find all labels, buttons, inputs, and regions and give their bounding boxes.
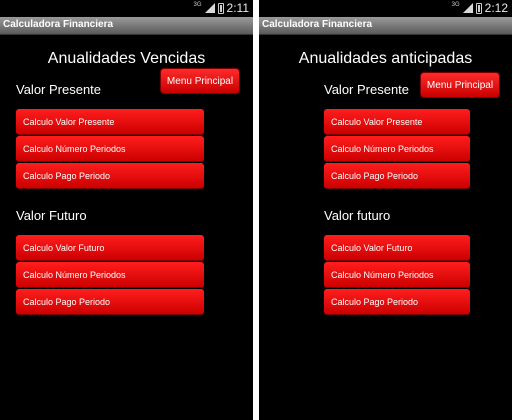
status-time: 2:12: [484, 1, 508, 15]
signal-icon: [462, 3, 473, 13]
calc-valor-presente-button[interactable]: Calculo Valor Presente: [16, 109, 204, 135]
app-title: Calculadora Financiera: [3, 19, 114, 30]
app-title: Calculadora Financiera: [262, 19, 373, 30]
signal-icon: [204, 3, 215, 13]
status-bar: 3G 2:12: [259, 0, 512, 17]
network-type: 3G: [451, 2, 460, 8]
calc-pago-periodo-futuro-button[interactable]: Calculo Pago Periodo: [324, 289, 470, 315]
section-valor-futuro: Valor Futuro: [16, 208, 87, 223]
battery-icon: [217, 2, 224, 14]
calc-pago-periodo-presente-button[interactable]: Calculo Pago Periodo: [16, 163, 204, 189]
calc-numero-periodos-presente-button[interactable]: Calculo Número Periodos: [16, 136, 204, 162]
network-type: 3G: [193, 2, 202, 8]
calc-pago-periodo-presente-button[interactable]: Calculo Pago Periodo: [324, 163, 470, 189]
battery-icon: [475, 2, 482, 14]
page-title: Anualidades Vencidas: [47, 50, 206, 67]
calc-valor-futuro-button[interactable]: Calculo Valor Futuro: [16, 235, 204, 261]
status-bar: 3G 2:11: [0, 0, 253, 17]
menu-principal-button[interactable]: Menu Principal: [420, 72, 500, 98]
menu-principal-button[interactable]: Menu Principal: [160, 68, 240, 94]
calc-numero-periodos-futuro-button[interactable]: Calculo Número Periodos: [16, 262, 204, 288]
section-valor-futuro: Valor futuro: [324, 208, 391, 223]
screenshot-right: 3G 2:12 Calculadora Financiera Anualidad…: [259, 0, 512, 420]
calc-pago-periodo-futuro-button[interactable]: Calculo Pago Periodo: [16, 289, 204, 315]
page-title: Anualidades anticipadas: [298, 50, 473, 67]
app-title-bar: Calculadora Financiera: [0, 17, 253, 35]
calc-valor-presente-button[interactable]: Calculo Valor Presente: [324, 109, 470, 135]
calc-valor-futuro-button[interactable]: Calculo Valor Futuro: [324, 235, 470, 261]
screenshot-left: 3G 2:11 Calculadora Financiera Anualidad…: [0, 0, 253, 420]
calc-numero-periodos-presente-button[interactable]: Calculo Número Periodos: [324, 136, 470, 162]
app-title-bar: Calculadora Financiera: [259, 17, 512, 35]
status-time: 2:11: [226, 1, 249, 15]
calc-numero-periodos-futuro-button[interactable]: Calculo Número Periodos: [324, 262, 470, 288]
section-valor-presente: Valor Presente: [16, 82, 102, 97]
section-valor-presente: Valor Presente: [324, 82, 410, 97]
